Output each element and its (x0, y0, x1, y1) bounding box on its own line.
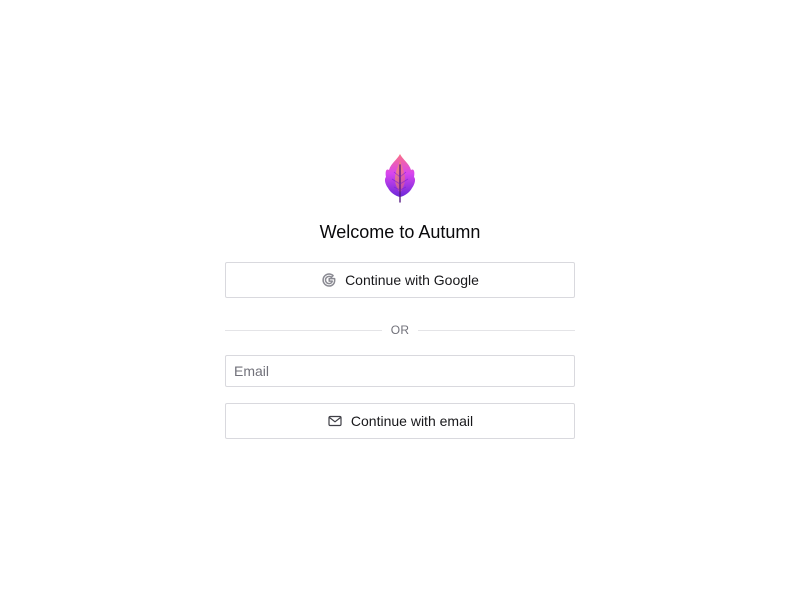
login-card: Welcome to Autumn Continue with Google O… (225, 153, 576, 439)
leaf-icon (384, 154, 416, 203)
google-icon (321, 272, 337, 288)
email-field[interactable] (225, 355, 575, 387)
login-page: Welcome to Autumn Continue with Google O… (0, 0, 800, 600)
or-divider: OR (225, 323, 576, 337)
divider-label: OR (390, 323, 410, 337)
google-button-label: Continue with Google (345, 272, 479, 288)
continue-with-google-button[interactable]: Continue with Google (225, 262, 575, 298)
divider-line-right (418, 329, 576, 331)
divider-line-left (225, 329, 382, 331)
mail-icon (327, 413, 343, 429)
email-button-label: Continue with email (350, 413, 474, 429)
page-title: Welcome to Autumn (319, 222, 481, 242)
continue-with-email-button[interactable]: Continue with email (225, 403, 575, 439)
